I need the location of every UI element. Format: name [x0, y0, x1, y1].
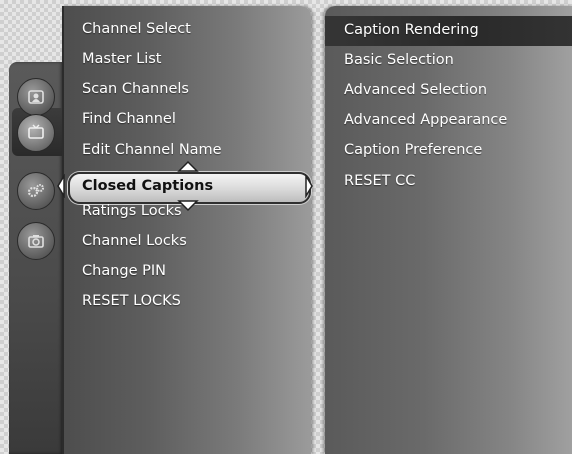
menu-item-channel-select[interactable]: Channel Select — [82, 17, 191, 41]
menu-item-scan-channels[interactable]: Scan Channels — [82, 77, 189, 101]
menu-item-find-channel[interactable]: Find Channel — [82, 107, 176, 131]
parental-icon[interactable] — [17, 78, 55, 116]
left-arrow-icon[interactable] — [56, 174, 66, 198]
sub-item-advanced-selection[interactable]: Advanced Selection — [344, 78, 487, 102]
sub-item-reset-cc[interactable]: RESET CC — [344, 169, 415, 193]
sub-item-caption-rendering[interactable]: Caption Rendering — [344, 18, 479, 42]
menu-item-reset-locks[interactable]: RESET LOCKS — [82, 289, 181, 313]
sub-menu-panel: Caption Rendering Basic Selection Advanc… — [325, 6, 572, 454]
menu-item-change-pin[interactable]: Change PIN — [82, 259, 166, 283]
menu-item-ratings-locks[interactable]: Ratings Locks — [82, 199, 182, 223]
tv-icon[interactable] — [17, 114, 55, 152]
menu-item-master-list[interactable]: Master List — [82, 47, 161, 71]
right-arrow-icon[interactable] — [304, 174, 314, 198]
camera-icon[interactable] — [17, 222, 55, 260]
menu-item-channel-locks[interactable]: Channel Locks — [82, 229, 187, 253]
sub-item-basic-selection[interactable]: Basic Selection — [344, 48, 454, 72]
category-strip — [9, 62, 72, 454]
main-menu-panel: Channel Select Master List Scan Channels… — [57, 6, 314, 454]
sub-item-caption-preference[interactable]: Caption Preference — [344, 138, 482, 162]
panel-divider — [62, 6, 64, 454]
menu-item-edit-channel-name[interactable]: Edit Channel Name — [82, 138, 222, 162]
sub-item-advanced-appearance[interactable]: Advanced Appearance — [344, 108, 507, 132]
gears-icon[interactable] — [17, 172, 55, 210]
menu-item-closed-captions[interactable]: Closed Captions — [82, 174, 213, 198]
